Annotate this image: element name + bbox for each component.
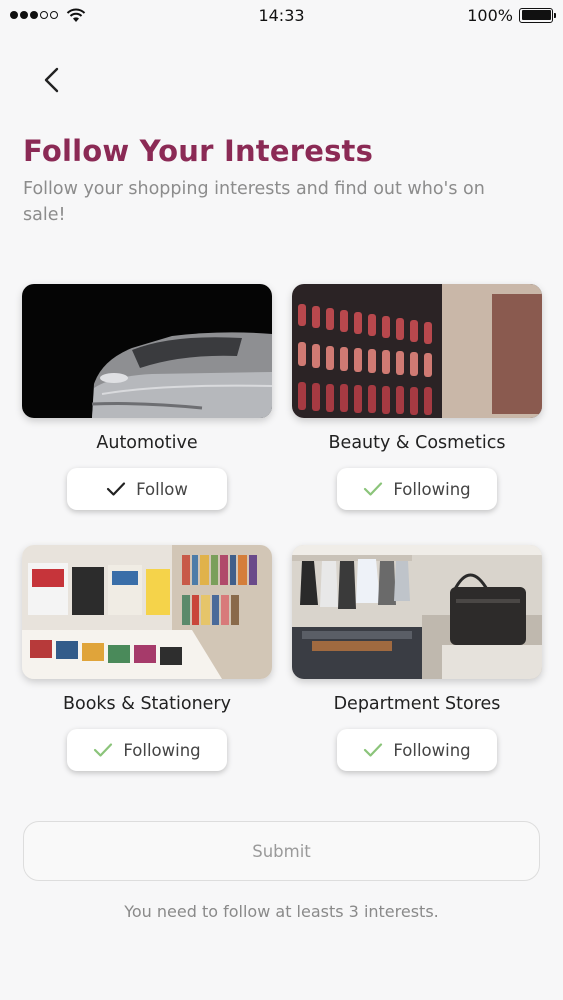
interest-label-beauty: Beauty & Cosmetics	[328, 433, 506, 453]
checkmark-icon	[364, 743, 383, 757]
interest-label-automotive: Automotive	[96, 433, 198, 453]
back-button[interactable]	[36, 64, 68, 96]
interest-card-books: Books & Stationery Following	[22, 545, 272, 771]
department-image[interactable]	[292, 545, 542, 679]
wifi-icon	[66, 8, 86, 22]
interest-card-department: Department Stores Following	[292, 545, 542, 771]
battery-percent: 100%	[467, 5, 513, 25]
signal-dots-icon	[10, 11, 58, 19]
battery-icon	[519, 7, 556, 23]
following-button-label: Following	[123, 740, 201, 760]
following-button-label: Following	[393, 479, 471, 499]
status-right: 100%	[467, 5, 556, 25]
status-bar: 14:33 100%	[0, 0, 563, 30]
checkmark-icon	[107, 482, 126, 496]
status-left	[10, 8, 86, 23]
following-button-department[interactable]: Following	[337, 729, 497, 771]
interest-label-department: Department Stores	[333, 694, 501, 714]
books-image[interactable]	[22, 545, 272, 679]
follow-button-label: Follow	[136, 479, 188, 499]
follow-button-automotive[interactable]: Follow	[67, 468, 227, 510]
page-title: Follow Your Interests	[23, 134, 374, 168]
submit-button[interactable]: Submit	[23, 821, 540, 881]
follow-requirement-hint: You need to follow at leasts 3 interests…	[124, 902, 439, 921]
status-time: 14:33	[258, 5, 305, 25]
interest-card-automotive: Automotive Follow	[22, 284, 272, 510]
interest-card-beauty: Beauty & Cosmetics Following	[292, 284, 542, 510]
submit-button-label: Submit	[252, 841, 311, 861]
checkmark-icon	[364, 482, 383, 496]
following-button-label: Following	[393, 740, 471, 760]
page-subtitle: Follow your shopping interests and find …	[23, 179, 485, 225]
automotive-image[interactable]	[22, 284, 272, 418]
interest-label-books: Books & Stationery	[63, 694, 231, 714]
following-button-books[interactable]: Following	[67, 729, 227, 771]
beauty-image[interactable]	[292, 284, 542, 418]
checkmark-icon	[94, 743, 113, 757]
following-button-beauty[interactable]: Following	[337, 468, 497, 510]
chevron-left-icon	[44, 67, 59, 93]
